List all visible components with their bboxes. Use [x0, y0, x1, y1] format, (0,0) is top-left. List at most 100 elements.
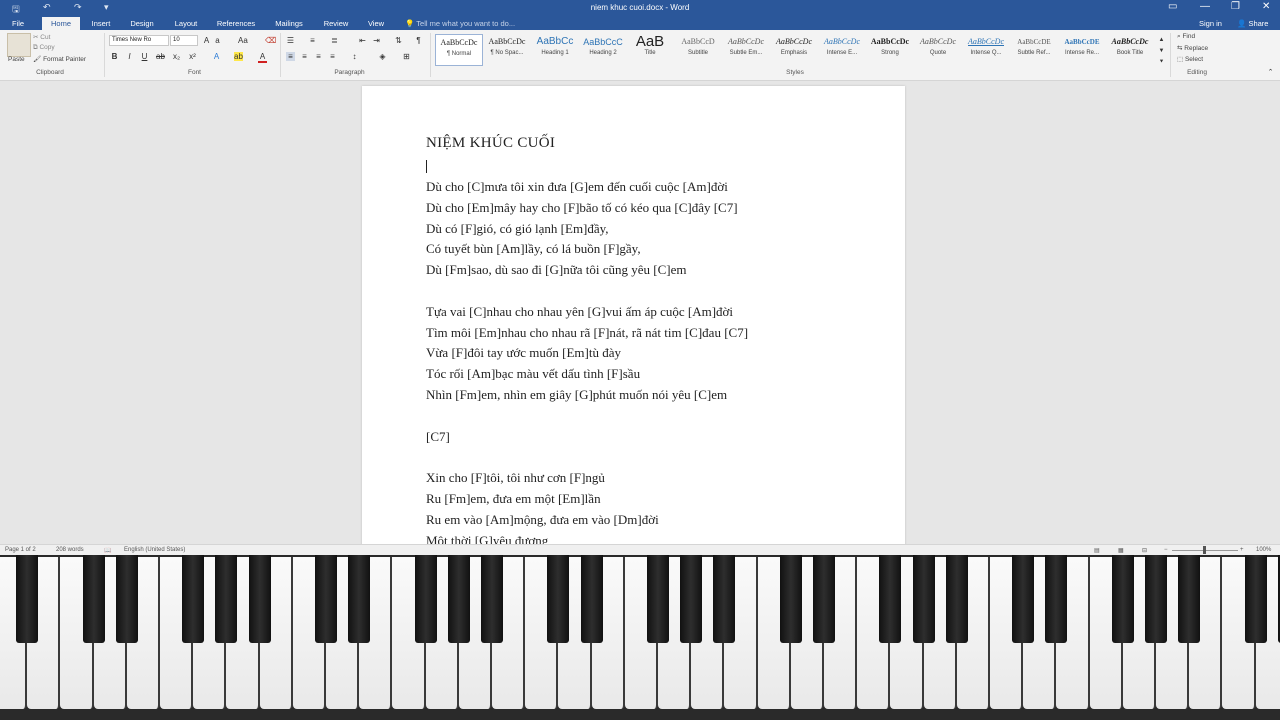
justify-icon[interactable]: ≡ [328, 52, 337, 61]
style-subtitle[interactable]: AaBbCcD Subtitle [675, 34, 721, 64]
tab-references[interactable]: References [212, 17, 260, 30]
zoom-out-icon[interactable]: − [1164, 547, 1168, 553]
align-right-icon[interactable]: ≡ [314, 52, 323, 61]
lyric-line[interactable]: Dù [Fm]sao, dù sao đi [G]nữa tôi cũng yê… [426, 262, 687, 278]
tab-insert[interactable]: Insert [86, 17, 116, 30]
select-button[interactable]: ⬚ Select [1177, 55, 1203, 63]
zoom-slider-thumb[interactable] [1203, 546, 1206, 554]
format-painter-button[interactable]: 🖌 Format Painter [33, 55, 86, 63]
replace-button[interactable]: ⇆ Replace [1177, 44, 1208, 52]
style-quote[interactable]: AaBbCcDc Quote [915, 34, 961, 64]
tab-review[interactable]: Review [318, 17, 354, 30]
lyric-line[interactable]: Một thời [G]yêu đương [426, 533, 548, 544]
grow-font-icon[interactable]: A [202, 36, 211, 45]
style-subtle-emphasis[interactable]: AaBbCcDc Subtle Em... [723, 34, 769, 64]
italic-button[interactable]: I [125, 52, 134, 61]
lyric-line[interactable]: Nhìn [Fm]em, nhìn em giây [G]phút muốn n… [426, 387, 727, 403]
tab-design[interactable]: Design [124, 17, 160, 30]
styles-scroll-up-icon[interactable]: ▲ [1157, 36, 1166, 45]
zoom-level[interactable]: 100% [1256, 547, 1271, 553]
highlight-icon[interactable]: ab [234, 52, 243, 61]
language-indicator[interactable]: English (United States) [124, 547, 185, 553]
shading-icon[interactable]: ◈ [378, 52, 387, 61]
document-page[interactable]: NIỆM KHÚC CUỐI Dù cho [C]mưa tôi xin đưa… [362, 86, 905, 544]
style-book-title[interactable]: AaBbCcDc Book Title [1107, 34, 1153, 64]
multilevel-list-icon[interactable]: ≣ [330, 36, 339, 45]
line-spacing-icon[interactable]: ↕ [350, 52, 359, 61]
styles-more-icon[interactable]: ⯆ [1157, 58, 1166, 67]
shrink-font-icon[interactable]: a [213, 36, 222, 45]
tab-home[interactable]: Home [42, 17, 80, 30]
numbering-icon[interactable]: ≡ [308, 36, 317, 45]
lyric-line[interactable]: Ru em vào [Am]mộng, đưa em vào [Dm]đời [426, 512, 659, 528]
font-size-combo[interactable]: 10 [170, 35, 198, 46]
copy-button[interactable]: ⧉ Copy [33, 44, 55, 52]
lyric-line[interactable]: Ru [Fm]em, đưa em một [Em]lần [426, 491, 601, 507]
style-intense-quote[interactable]: AaBbCcDc Intense Q... [963, 34, 1009, 64]
cut-button[interactable]: ✂ Cut [33, 33, 50, 41]
style-normal[interactable]: AaBbCcDc ¶ Normal [435, 34, 483, 66]
lyric-line[interactable]: [C7] [426, 429, 450, 445]
sort-icon[interactable]: ⇅ [394, 36, 403, 45]
increase-indent-icon[interactable]: ⇥ [372, 36, 381, 45]
style-emphasis[interactable]: AaBbCcDc Emphasis [771, 34, 817, 64]
lyric-line[interactable]: Tóc rối [Am]bạc màu vết dấu tình [F]sầu [426, 366, 640, 382]
change-case-icon[interactable]: Aa [238, 36, 248, 45]
close-icon[interactable]: ✕ [1262, 1, 1270, 12]
minimize-icon[interactable]: — [1200, 1, 1210, 12]
paste-button[interactable]: Paste [8, 56, 25, 63]
tell-me-search[interactable]: 💡 Tell me what you want to do... [405, 17, 515, 30]
font-color-icon[interactable]: A [258, 52, 267, 63]
collapse-ribbon-icon[interactable]: ⌃ [1266, 68, 1275, 77]
decrease-indent-icon[interactable]: ⇤ [358, 36, 367, 45]
strikethrough-icon[interactable]: ab [156, 52, 165, 61]
lyric-line[interactable]: Có tuyết bùn [Am]lầy, có lá buồn [F]gầy, [426, 241, 641, 257]
document-area[interactable]: NIỆM KHÚC CUỐI Dù cho [C]mưa tôi xin đưa… [0, 81, 1280, 544]
lyric-line[interactable]: Dù cho [C]mưa tôi xin đưa [G]em đến cuối… [426, 179, 728, 195]
tab-layout[interactable]: Layout [168, 17, 204, 30]
style-heading-2[interactable]: AaBbCcC Heading 2 [580, 34, 626, 64]
page-count[interactable]: Page 1 of 2 [5, 547, 36, 553]
bullets-icon[interactable]: ☰ [286, 36, 295, 45]
tab-view[interactable]: View [362, 17, 390, 30]
read-mode-icon[interactable]: ▤ [1094, 547, 1100, 554]
clear-format-icon[interactable]: ⌫ [265, 36, 276, 45]
document-title[interactable]: NIỆM KHÚC CUỐI [426, 135, 555, 152]
print-layout-icon[interactable]: ▦ [1118, 547, 1124, 554]
paste-icon[interactable] [7, 33, 31, 57]
share-button[interactable]: 👤 Share [1237, 17, 1268, 30]
ribbon-display-icon[interactable]: ▭ [1168, 1, 1177, 12]
pilcrow-icon[interactable]: ¶ [414, 36, 423, 45]
style-heading-1[interactable]: AaBbCc Heading 1 [532, 34, 578, 64]
borders-icon[interactable]: ⊞ [402, 52, 411, 61]
zoom-in-icon[interactable]: + [1240, 547, 1244, 553]
font-name-combo[interactable]: Times New Ro [109, 35, 169, 46]
word-count[interactable]: 208 words [56, 547, 84, 553]
style-intense-reference[interactable]: AaBbCcDE Intense Re... [1059, 34, 1105, 64]
align-left-icon[interactable]: ≡ [286, 52, 295, 61]
style-intense-emphasis[interactable]: AaBbCcDc Intense E... [819, 34, 865, 64]
web-layout-icon[interactable]: ⊟ [1142, 547, 1147, 554]
text-effects-icon[interactable]: A [212, 52, 221, 61]
lyric-line[interactable]: Vừa [F]đôi tay ước muốn [Em]tù đày [426, 345, 621, 361]
tab-mailings[interactable]: Mailings [268, 17, 310, 30]
lyric-line[interactable]: Tựa vai [C]nhau cho nhau yên [G]vui ấm á… [426, 304, 733, 320]
lyric-line[interactable]: Dù cho [Em]mây hay cho [F]bão tố có kéo … [426, 200, 738, 216]
tab-file[interactable]: File [6, 17, 30, 30]
proofing-icon[interactable]: 📖 [104, 547, 111, 554]
align-center-icon[interactable]: ≡ [300, 52, 309, 61]
find-button[interactable]: ⌕ Find [1177, 33, 1195, 41]
lyric-line[interactable]: Dù có [F]gió, có gió lạnh [Em]đầy, [426, 221, 609, 237]
style-subtle-reference[interactable]: AaBbCcDE Subtle Ref... [1011, 34, 1057, 64]
superscript-icon[interactable]: x² [188, 52, 197, 61]
subscript-icon[interactable]: x₂ [172, 52, 181, 61]
bold-button[interactable]: B [110, 52, 119, 61]
underline-button[interactable]: U [140, 52, 149, 61]
style-strong[interactable]: AaBbCcDc Strong [867, 34, 913, 64]
style-title[interactable]: AaB Title [627, 34, 673, 64]
styles-scroll-down-icon[interactable]: ▼ [1157, 47, 1166, 56]
restore-icon[interactable]: ❐ [1231, 1, 1240, 12]
style-no-spacing[interactable]: AaBbCcDc ¶ No Spac... [484, 34, 530, 64]
sign-in-link[interactable]: Sign in [1199, 17, 1222, 30]
lyric-line[interactable]: Xin cho [F]tôi, tôi như cơn [F]ngủ [426, 470, 605, 486]
